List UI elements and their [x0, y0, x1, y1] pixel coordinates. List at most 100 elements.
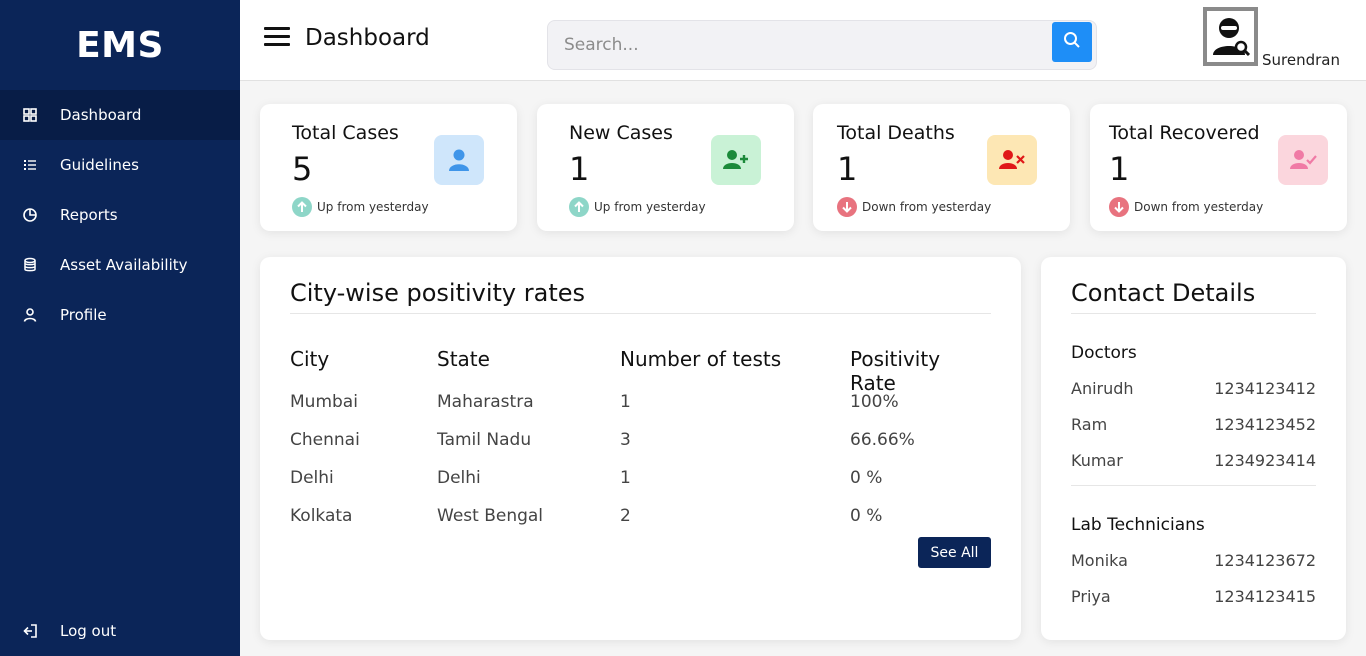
- stat-icon-tile: [711, 135, 761, 185]
- divider: [1071, 313, 1316, 314]
- table-row: Chennai Tamil Nadu 3 66.66%: [290, 430, 991, 468]
- sidebar-item-profile[interactable]: Profile: [0, 290, 240, 340]
- logout-button[interactable]: Log out: [0, 606, 240, 656]
- column-header-city: City: [290, 347, 330, 371]
- doctors-heading: Doctors: [1071, 343, 1137, 363]
- section-title: Contact Details: [1071, 279, 1256, 307]
- stat-value: 1: [569, 150, 590, 188]
- cell-tests: 1: [620, 392, 631, 412]
- divider: [290, 313, 991, 314]
- contact-row: Kumar 1234923414: [1071, 451, 1316, 470]
- sidebar-item-asset-availability[interactable]: Asset Availability: [0, 240, 240, 290]
- list-icon: [22, 157, 38, 173]
- sidebar-item-guidelines[interactable]: Guidelines: [0, 140, 240, 190]
- arrow-down-icon: [837, 197, 857, 217]
- stat-icon-tile: [987, 135, 1037, 185]
- contact-phone[interactable]: 1234123672: [1214, 551, 1316, 570]
- contact-name: Monika: [1071, 551, 1128, 570]
- stat-value: 5: [292, 150, 313, 188]
- sidebar-item-reports[interactable]: Reports: [0, 190, 240, 240]
- stat-label: Total Recovered: [1109, 122, 1260, 144]
- contact-phone[interactable]: 1234123415: [1214, 587, 1316, 606]
- cell-tests: 2: [620, 506, 631, 526]
- cell-state: Maharastra: [437, 392, 534, 412]
- contact-phone[interactable]: 1234923414: [1214, 451, 1316, 470]
- stat-card-total-recovered: Total Recovered 1 Down from yesterday: [1090, 104, 1347, 231]
- hamburger-menu-icon[interactable]: [264, 27, 290, 49]
- section-title: City-wise positivity rates: [290, 279, 586, 307]
- grid-icon: [22, 107, 38, 123]
- arrow-down-icon: [1109, 197, 1129, 217]
- avatar[interactable]: [1203, 7, 1258, 66]
- stat-label: Total Deaths: [837, 122, 955, 144]
- user-x-icon: [999, 150, 1025, 169]
- contact-name: Priya: [1071, 587, 1111, 606]
- search-icon: [1063, 31, 1081, 53]
- logout-label: Log out: [60, 622, 117, 640]
- contact-name: Ram: [1071, 415, 1108, 434]
- pie-chart-icon: [22, 207, 38, 223]
- cell-positivity: 0 %: [850, 468, 883, 488]
- stat-trend: Up from yesterday: [569, 197, 706, 217]
- contact-details-card: Contact Details Doctors Anirudh 12341234…: [1041, 257, 1346, 640]
- stat-label: New Cases: [569, 122, 673, 144]
- stat-label: Total Cases: [292, 122, 399, 144]
- search-box: [547, 20, 1097, 70]
- cell-positivity: 100%: [850, 392, 899, 412]
- cell-state: West Bengal: [437, 506, 544, 526]
- sidebar-item-label: Reports: [60, 206, 118, 224]
- stat-trend-text: Up from yesterday: [317, 200, 429, 214]
- username[interactable]: Surendran: [1262, 51, 1340, 69]
- user-plus-icon: [723, 150, 748, 169]
- user-search-icon: [1212, 17, 1250, 56]
- contact-phone[interactable]: 1234123412: [1214, 379, 1316, 398]
- cell-tests: 1: [620, 468, 631, 488]
- city-table: City State Number of tests Positivity Ra…: [290, 347, 991, 544]
- topbar: Dashboard Surendran: [240, 0, 1366, 81]
- stat-trend-text: Down from yesterday: [1134, 200, 1264, 214]
- stat-trend-text: Down from yesterday: [862, 200, 992, 214]
- page-title: Dashboard: [305, 25, 430, 51]
- database-icon: [22, 257, 38, 273]
- search-button[interactable]: [1052, 22, 1092, 62]
- user-check-icon: [1290, 150, 1317, 169]
- sidebar-item-label: Asset Availability: [60, 256, 188, 274]
- brand-logo: EMS: [76, 24, 164, 66]
- column-header-state: State: [437, 347, 490, 371]
- sidebar-item-dashboard[interactable]: Dashboard: [0, 90, 240, 140]
- stat-card-new-cases: New Cases 1 Up from yesterday: [537, 104, 794, 231]
- table-row: Mumbai Maharastra 1 100%: [290, 392, 991, 430]
- stat-trend: Up from yesterday: [292, 197, 429, 217]
- lab-technicians-heading: Lab Technicians: [1071, 515, 1205, 535]
- stat-value: 1: [1109, 150, 1130, 188]
- contact-phone[interactable]: 1234123452: [1214, 415, 1316, 434]
- see-all-button[interactable]: See All: [918, 537, 991, 568]
- sidebar-item-label: Dashboard: [60, 106, 142, 124]
- cell-positivity: 0 %: [850, 506, 883, 526]
- stat-value: 1: [837, 150, 858, 188]
- column-header-tests: Number of tests: [620, 347, 782, 371]
- arrow-up-icon: [292, 197, 312, 217]
- sidebar-item-label: Guidelines: [60, 156, 139, 174]
- contact-row: Ram 1234123452: [1071, 415, 1316, 434]
- stat-icon-tile: [1278, 135, 1328, 185]
- contact-row: Priya 1234123415: [1071, 587, 1316, 606]
- cell-city: Kolkata: [290, 506, 353, 526]
- user-icon: [449, 149, 469, 171]
- divider: [1071, 485, 1316, 486]
- city-positivity-card: City-wise positivity rates City State Nu…: [260, 257, 1021, 640]
- contact-row: Anirudh 1234123412: [1071, 379, 1316, 398]
- stat-trend: Down from yesterday: [837, 197, 991, 217]
- table-row: Delhi Delhi 1 0 %: [290, 468, 991, 506]
- user-icon: [22, 307, 38, 323]
- contact-name: Anirudh: [1071, 379, 1134, 398]
- stat-trend: Down from yesterday: [1109, 197, 1263, 217]
- search-input[interactable]: [548, 21, 1048, 69]
- logout-icon: [22, 623, 38, 639]
- stat-card-total-cases: Total Cases 5 Up from yesterday: [260, 104, 517, 231]
- stat-trend-text: Up from yesterday: [594, 200, 706, 214]
- cell-state: Delhi: [437, 468, 481, 488]
- cell-positivity: 66.66%: [850, 430, 915, 450]
- sidebar-item-label: Profile: [60, 306, 107, 324]
- contact-row: Monika 1234123672: [1071, 551, 1316, 570]
